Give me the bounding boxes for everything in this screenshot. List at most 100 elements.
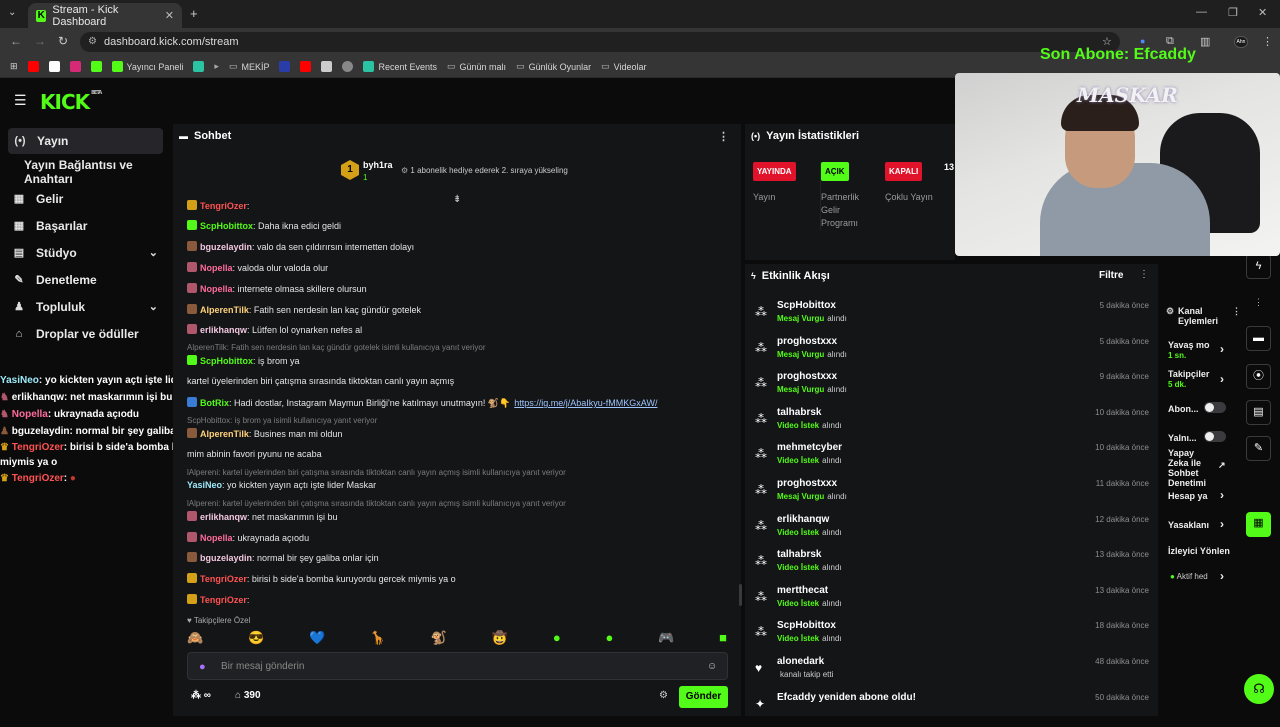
chevron-down-icon[interactable]: ⌄ — [149, 300, 158, 313]
chat-message[interactable]: BotRix: Hadi dostlar, Instagram Maymun B… — [187, 397, 657, 409]
youtube-icon-2[interactable] — [300, 61, 312, 72]
chat-username[interactable]: TengriOzer — [200, 574, 247, 584]
menu-icon[interactable]: ☰ — [14, 92, 27, 109]
emote-icon[interactable]: 🙈 — [187, 630, 203, 646]
emote-icon[interactable]: ● — [553, 630, 561, 646]
nav-basarilar[interactable]: ▦ Başarılar — [0, 212, 172, 239]
chat-scroll-icon[interactable]: ⇟ — [453, 194, 461, 205]
chat-message[interactable]: Nopella: internete olmasa skillere olurs… — [187, 283, 367, 294]
extension-icon[interactable]: ● — [1140, 36, 1145, 46]
chat-username[interactable]: bguzelaydin — [200, 553, 252, 563]
support-icon[interactable]: ☊ — [1244, 674, 1274, 704]
chevron-right-icon[interactable]: › — [1220, 569, 1224, 583]
app-icon[interactable] — [193, 61, 205, 72]
chat-message[interactable]: TengriOzer: — [187, 200, 249, 211]
play-icon[interactable]: ▸ — [214, 61, 219, 72]
sidepanel-icon[interactable]: ▥ — [1200, 35, 1210, 48]
slow-mode-row[interactable]: Yavaş mo 1 sn. — [1168, 340, 1210, 360]
reply-context[interactable]: ScpHobittox: iş brom ya isimli kullanıcı… — [187, 416, 377, 425]
feed-item[interactable]: ♥ alonedark kanalı takip etti 48 dakika önc… — [753, 656, 1149, 691]
gift-user[interactable]: byh1ra — [363, 160, 393, 170]
external-link-icon[interactable]: ↗ — [1218, 460, 1226, 471]
bookmark-icon[interactable] — [279, 61, 291, 72]
chat-settings-icon[interactable]: ⚙ — [659, 690, 668, 701]
chat-username[interactable]: AlperenTilk — [200, 429, 249, 439]
layout-button-icon[interactable]: ▤ — [1246, 400, 1271, 425]
chat-message[interactable]: TengriOzer: birisi b side'a bomba kuruyo… — [187, 573, 456, 584]
channel-points[interactable]: ⁂ ∞ — [191, 690, 211, 701]
emoji-icon[interactable]: ☺ — [707, 653, 717, 681]
chat-message[interactable]: kartel üyelerinden biri çatışma sırasınd… — [187, 376, 454, 386]
bookmark-gunluk-oyunlar[interactable]: ▭ Günlük Oyunlar — [516, 61, 591, 72]
emote-icon[interactable]: ■ — [719, 630, 727, 646]
gift-prompt[interactable]: ⚙ 1 abonelik hediye ederek 2. sıraya yük… — [401, 166, 568, 175]
more-options-icon[interactable]: ⋮ — [1139, 269, 1149, 280]
nav-studyo[interactable]: ▤ Stüdyo ⌄ — [0, 239, 172, 266]
tab-list-icon[interactable]: ⌄ — [8, 7, 16, 18]
chat-link[interactable]: https://ig.me/j/AbaIkyu-fMMKGxAW/ — [514, 398, 657, 408]
site-info-icon[interactable]: ⚙ — [88, 32, 97, 52]
new-tab-icon[interactable]: + — [190, 6, 198, 21]
wrench-button-icon[interactable]: ✎ — [1246, 436, 1271, 461]
bookmark-recent-events[interactable]: Recent Events — [363, 61, 437, 72]
kick-logo[interactable]: KICK BETA — [40, 90, 102, 114]
emote-icon[interactable]: 🐒 — [431, 630, 447, 646]
bookmark-yayinci-paneli[interactable]: Yayıncı Paneli — [111, 61, 183, 72]
chat-button-icon[interactable]: ▬ — [1246, 326, 1271, 351]
chat-username[interactable]: BotRix — [200, 398, 229, 408]
youtube-icon[interactable] — [27, 61, 39, 72]
chat-message[interactable]: AlperenTilk: Busines man mi oldun — [187, 428, 342, 439]
chat-message[interactable]: TengriOzer: — [187, 594, 249, 605]
reply-context[interactable]: AlperenTilk: Fatih sen nerdesin lan kaç … — [187, 343, 486, 352]
feed-item[interactable]: ⁂ ScpHobittox Video İstek alındı 18 dakika ö… — [753, 620, 1149, 655]
chevron-right-icon[interactable]: › — [1220, 342, 1224, 356]
bookmark-mekip[interactable]: ▭ MEKİP — [229, 61, 270, 72]
chevron-right-icon[interactable]: › — [1220, 488, 1224, 502]
chat-message[interactable]: bguzelaydin: normal bir şey galiba onlar… — [187, 552, 379, 563]
feed-item[interactable]: ✦ Efcaddy yeniden abone oldu! 50 dakika ön… — [753, 692, 1149, 727]
followers-mode-row[interactable]: Takipçiler 5 dk. — [1168, 369, 1209, 389]
x-icon[interactable] — [48, 61, 60, 72]
emote-icon[interactable]: 💙 — [309, 630, 325, 646]
more-options-icon[interactable]: ⋮ — [718, 130, 729, 143]
feed-item[interactable]: ⁂ ScpHobittox Mesaj Vurgu alındı 5 dakika ön… — [753, 300, 1149, 335]
chat-username[interactable]: Nopella — [200, 533, 233, 543]
restore-icon[interactable]: ❐ — [1228, 6, 1238, 19]
chat-message[interactable]: AlperenTilk: Fatih sen nerdesin lan kaç … — [187, 304, 421, 315]
chat-message-input[interactable]: ● Bir mesaj gönderin ☺ — [187, 652, 728, 680]
chat-username[interactable]: YasiNeo — [187, 480, 222, 490]
bookmark-gunun-mali[interactable]: ▭ Günün malı — [447, 61, 506, 72]
back-icon[interactable]: ← — [10, 34, 22, 48]
feed-item[interactable]: ⁂ proghostxxx Mesaj Vurgu alındı 5 dakika ön… — [753, 336, 1149, 371]
profile-avatar[interactable]: Ahn — [1234, 36, 1248, 48]
subs-only-toggle[interactable] — [1204, 402, 1226, 414]
chat-message[interactable]: erlikhanqw: net maskarımın işi bu — [187, 511, 338, 522]
chat-username[interactable]: bguzelaydin — [200, 242, 252, 252]
emote-icon[interactable]: 😎 — [248, 630, 264, 646]
nav-yayin-baglantisi[interactable]: Yayın Bağlantısı ve Anahtarı — [0, 158, 172, 186]
emote-icon[interactable]: 🎮 — [658, 630, 674, 646]
chat-message[interactable]: bguzelaydin: valo da sen çıldırırsın int… — [187, 241, 414, 252]
emote-icon[interactable]: ● — [605, 630, 613, 646]
instagram-icon[interactable] — [69, 61, 81, 72]
emote-only-toggle[interactable] — [1204, 431, 1226, 443]
chat-username[interactable]: Nopella — [200, 284, 233, 294]
reply-context[interactable]: lAlpereni: kartel üyelerinden biri çatış… — [187, 499, 566, 508]
emote-icon[interactable]: 🤠 — [492, 630, 508, 646]
feed-item[interactable]: ⁂ proghostxxx Mesaj Vurgu alındı 11 dakika ö… — [753, 478, 1149, 513]
nav-denetleme[interactable]: ✎ Denetleme — [0, 266, 172, 293]
filter-button[interactable]: Filtre — [1099, 270, 1123, 281]
bans-row[interactable]: Yasaklanı — [1168, 520, 1209, 530]
feed-item[interactable]: ⁂ erlikhanqw Video İstek alındı 12 dakika ön… — [753, 514, 1149, 549]
chat-message[interactable]: ScpHobittox: iş brom ya — [187, 355, 300, 366]
broadcast-button-icon[interactable]: ⦿ — [1246, 364, 1271, 389]
forward-icon[interactable]: → — [34, 34, 46, 48]
chat-username[interactable]: TengriOzer — [200, 595, 247, 605]
chat-message[interactable]: Nopella: ukraynada açıodu — [187, 532, 309, 543]
active-row[interactable]: ● Aktif hed — [1170, 572, 1208, 581]
ai-moderation-label[interactable]: Yapay Zeka ile Sohbet Denetimi — [1168, 448, 1216, 488]
account-row[interactable]: Hesap ya — [1168, 491, 1208, 501]
chat-message[interactable]: YasiNeo: yo kickten yayın açtı işte lide… — [187, 480, 376, 490]
extensions-icon[interactable]: ⧉ — [1166, 35, 1174, 48]
chat-username[interactable]: erlikhanqw — [200, 325, 247, 335]
